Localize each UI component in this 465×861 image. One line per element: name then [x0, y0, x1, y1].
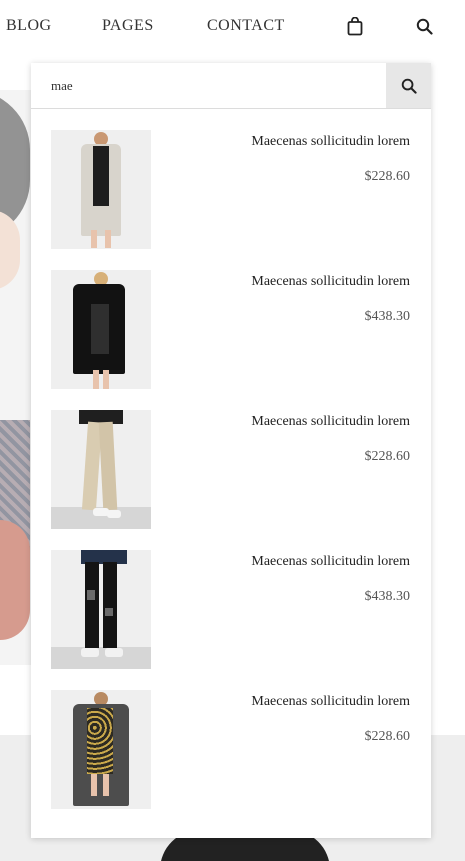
product-image-beige-trousers[interactable] [51, 410, 151, 529]
search-result-item[interactable]: Maecenas sollicitudin lorem $228.60 [31, 108, 431, 249]
result-title[interactable]: Maecenas sollicitudin lorem [251, 414, 410, 430]
search-result-item[interactable]: Maecenas sollicitudin lorem $438.30 [31, 528, 431, 669]
result-title[interactable]: Maecenas sollicitudin lorem [251, 134, 410, 150]
search-result-item[interactable]: Maecenas sollicitudin lorem $228.60 [31, 668, 431, 809]
search-icon [401, 78, 417, 94]
search-submit-button[interactable] [386, 63, 431, 108]
search-icon[interactable] [412, 14, 436, 38]
top-nav: BLOG PAGES CONTACT [0, 0, 465, 56]
result-price: $438.30 [364, 589, 411, 604]
result-title[interactable]: Maecenas sollicitudin lorem [251, 274, 410, 290]
nav-contact[interactable]: CONTACT [207, 17, 285, 35]
search-result-item[interactable]: Maecenas sollicitudin lorem $228.60 [31, 388, 431, 529]
product-image-black-coat[interactable] [51, 270, 151, 389]
page: BLOG PAGES CONTACT mae Maecenas sollicit… [0, 0, 465, 861]
shopping-bag-icon[interactable] [343, 14, 367, 38]
result-title[interactable]: Maecenas sollicitudin lorem [251, 694, 410, 710]
search-dropdown: Maecenas sollicitudin lorem $228.60 Maec… [31, 63, 431, 838]
result-price: $228.60 [364, 449, 411, 464]
product-image-floral-dress-grey-coat[interactable] [51, 690, 151, 809]
product-image-black-ripped-jeans[interactable] [51, 550, 151, 669]
result-price: $438.30 [364, 309, 411, 324]
nav-pages[interactable]: PAGES [102, 17, 154, 35]
result-price: $228.60 [364, 169, 411, 184]
nav-blog[interactable]: BLOG [6, 17, 52, 35]
result-title[interactable]: Maecenas sollicitudin lorem [251, 554, 410, 570]
search-result-item[interactable]: Maecenas sollicitudin lorem $438.30 [31, 248, 431, 389]
result-price: $228.60 [364, 729, 411, 744]
product-image-light-grey-coat[interactable] [51, 130, 151, 249]
search-bar [31, 63, 431, 109]
search-input[interactable] [31, 63, 385, 108]
